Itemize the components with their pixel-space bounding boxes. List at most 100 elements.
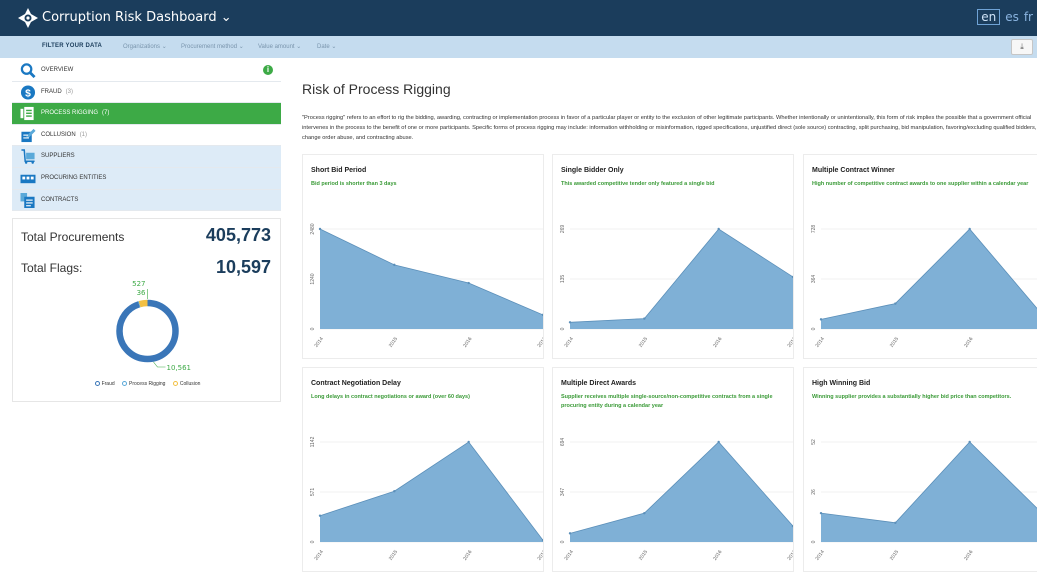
chart-card-multiple-contract-winner: Multiple Contract Winner High number of … (803, 154, 1037, 359)
filter-bar: FILTER YOUR DATA Organizations ⌄ Procure… (0, 36, 1037, 58)
legend-label: Collusion (179, 381, 201, 387)
data-point (318, 227, 322, 231)
y-tick-label: 1142 (310, 436, 316, 447)
search-icon (20, 63, 36, 78)
entity-icon (20, 174, 36, 184)
chart-card-high-winning-bid: High Winning Bid Winning supplier provid… (803, 367, 1037, 572)
chevron-down-icon: ⌄ (238, 44, 244, 50)
lang-es[interactable]: es (1005, 10, 1019, 24)
stats-panel: Total Procurements 405,773 Total Flags: … (12, 218, 281, 402)
count-badge: (1) (79, 131, 88, 138)
y-tick-label: 52 (811, 439, 817, 445)
x-tick-label: 2017 (787, 336, 794, 349)
donut-slice-fraud (116, 299, 179, 363)
page-description: "Process rigging" refers to an effort to… (302, 115, 1037, 141)
data-point (968, 227, 971, 231)
sidebar-item-contracts[interactable]: CONTRACTS (12, 189, 281, 212)
lang-en[interactable]: en (977, 9, 1001, 25)
top-bar: Corruption Risk Dashboard ⌄ en es fr (0, 0, 1037, 36)
x-tick-label: 2015 (388, 336, 399, 349)
contracts-icon (20, 192, 35, 208)
page-title: Risk of Process Rigging (302, 81, 451, 97)
data-point (717, 440, 720, 444)
dollar-icon: $ (20, 85, 36, 100)
x-tick-label: 2016 (712, 549, 723, 562)
legend-process-rigging[interactable]: Process Rigging (122, 381, 165, 387)
y-tick-label: 0 (310, 327, 316, 330)
legend-fraud[interactable]: Fraud (94, 381, 115, 387)
count-badge: (3) (65, 88, 74, 95)
legend-collusion[interactable]: Collusion (172, 381, 201, 387)
data-point (318, 514, 322, 517)
y-tick-label: 364 (811, 275, 817, 284)
filter-title: FILTER YOUR DATA (42, 43, 103, 49)
data-point (643, 317, 646, 320)
filter-label: Procurement method (181, 44, 238, 50)
data-point (819, 511, 823, 515)
data-point (568, 532, 572, 535)
sidebar-item-process-rigging[interactable]: PROCESS RIGGING (7) (12, 103, 281, 125)
filter-label: Organizations (123, 44, 161, 50)
sidebar-item-suppliers[interactable]: SUPPLIERS (12, 146, 281, 168)
y-tick-label: 0 (811, 540, 817, 543)
y-tick-label: 269 (560, 225, 566, 234)
chart-plot: 0 347 694 2014 2015 2016 2017 (560, 438, 794, 562)
filter-organizations[interactable]: Organizations ⌄ (123, 43, 167, 50)
label-text: COLLUSION (41, 131, 76, 138)
chart-card-multiple-direct-awards: Multiple Direct Awards Supplier receives… (552, 367, 794, 572)
data-point (393, 263, 396, 267)
sidebar-item-collusion[interactable]: COLLUSION (1) (12, 124, 281, 147)
y-tick-label: 728 (811, 225, 817, 234)
sidebar-item-label: PROCURING ENTITIES (41, 174, 107, 181)
x-tick-label: 2017 (537, 549, 544, 562)
chevron-down-icon: ⌄ (220, 10, 232, 25)
data-point (717, 227, 720, 231)
chart-plot: 026522014201520162017 (811, 439, 1037, 562)
filter-value-amount[interactable]: Value amount ⌄ (258, 43, 301, 50)
count-badge: (7) (102, 110, 110, 117)
label-text: FRAUD (41, 88, 62, 95)
rigging-icon (20, 107, 34, 121)
filter-procurement-method[interactable]: Procurement method ⌄ (181, 43, 244, 50)
y-tick-label: 1240 (310, 273, 316, 284)
x-tick-label: 2014 (815, 549, 826, 562)
x-tick-label: 2017 (537, 336, 544, 349)
sidebar: OVERVIEW i $ FRAUD (3) PROCESS RIGGING (7)… (12, 60, 281, 212)
sidebar-item-label: CONTRACTS (41, 196, 79, 203)
flags-donut-chart: 52736 10,561 (116, 280, 191, 372)
y-tick-label: 2480 (310, 223, 316, 234)
chart-card-single-bidder-only: Single Bidder Only This awarded competit… (552, 154, 794, 359)
info-icon[interactable]: i (263, 65, 273, 75)
data-point (819, 318, 823, 321)
chevron-down-icon: ⌄ (296, 44, 302, 50)
data-point (568, 321, 572, 324)
lang-fr[interactable]: fr (1024, 10, 1033, 24)
x-tick-label: 2016 (712, 336, 723, 349)
app-logo-icon (18, 8, 38, 28)
sidebar-item-fraud[interactable]: $ FRAUD (3) (12, 81, 281, 104)
y-tick-label: 135 (560, 275, 566, 284)
data-point (894, 302, 897, 305)
sidebar-item-procuring-entities[interactable]: PROCURING ENTITIES (12, 167, 281, 190)
filter-date[interactable]: Date ⌄ (317, 43, 336, 50)
download-button[interactable]: ⤓ (1011, 39, 1033, 55)
y-tick-label: 347 (560, 488, 566, 497)
donut-label-process-rigging: 36 (137, 289, 146, 297)
app-title-dropdown[interactable]: Corruption Risk Dashboard ⌄ (42, 10, 232, 25)
label-text: PROCESS RIGGING (41, 110, 99, 117)
app-title: Corruption Risk Dashboard (42, 10, 217, 25)
svg-text:$: $ (25, 88, 31, 99)
x-tick-label: 2014 (314, 549, 325, 562)
sidebar-item-label: OVERVIEW (41, 67, 74, 73)
x-tick-label: 2014 (815, 336, 826, 349)
x-tick-label: 2017 (787, 549, 794, 562)
x-tick-label: 2016 (462, 336, 473, 349)
filter-label: Value amount (258, 44, 295, 50)
y-tick-label: 0 (310, 540, 316, 543)
x-tick-label: 2015 (638, 336, 649, 349)
sidebar-item-overview[interactable]: OVERVIEW i (12, 60, 281, 82)
data-point (467, 281, 470, 285)
legend-label: Process Rigging (129, 381, 166, 387)
chart-plot: 0 571 1142 2014 2015 2016 2017 (310, 436, 544, 562)
data-point (894, 521, 897, 524)
